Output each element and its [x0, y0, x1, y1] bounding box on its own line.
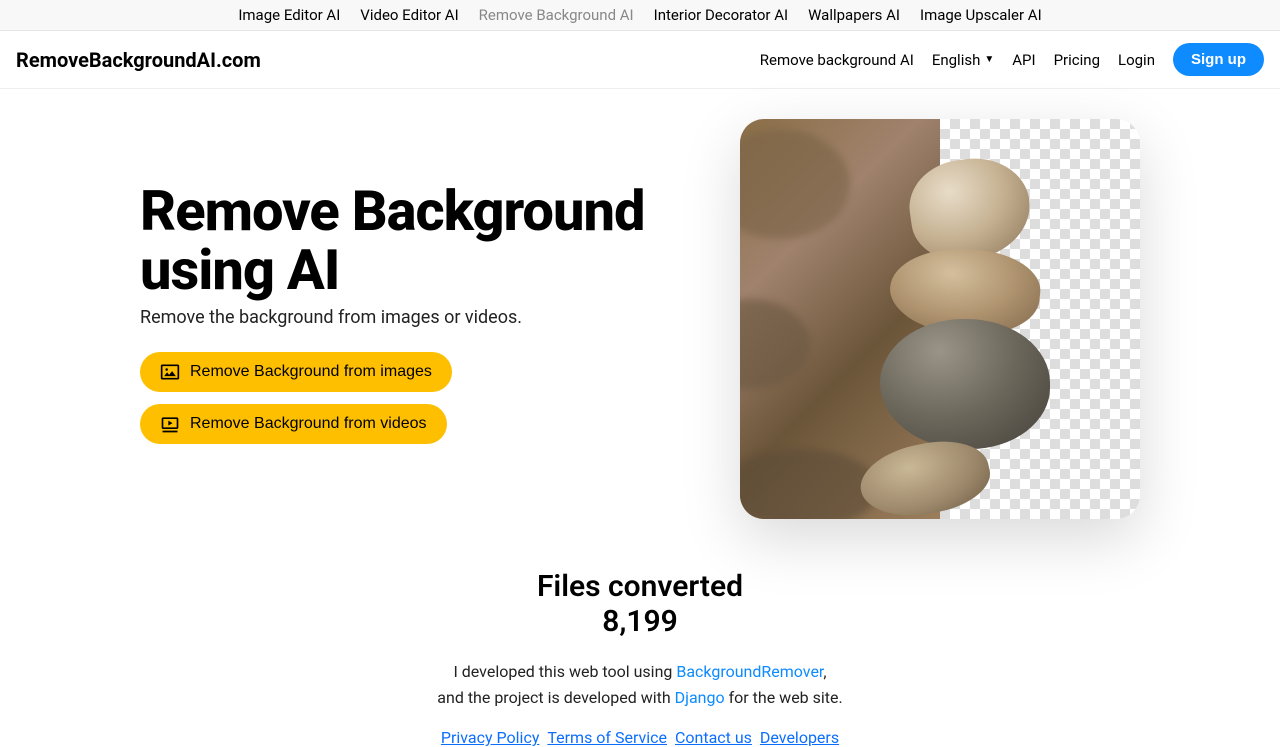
remove-bg-images-button[interactable]: Remove Background from images	[140, 352, 452, 392]
link-developers[interactable]: Developers	[760, 728, 839, 747]
cta-videos-label: Remove Background from videos	[190, 415, 427, 433]
cta-images-label: Remove Background from images	[190, 363, 432, 381]
topnav-remove-background[interactable]: Remove Background AI	[479, 6, 634, 24]
topnav-interior-decorator[interactable]: Interior Decorator AI	[654, 6, 788, 24]
link-django[interactable]: Django	[675, 688, 725, 707]
link-privacy[interactable]: Privacy Policy	[441, 728, 540, 747]
hero-title-line2: using AI	[140, 237, 339, 303]
demo-subject-rocks	[860, 159, 1140, 519]
brand-logo[interactable]: RemoveBackgroundAI.com	[16, 48, 261, 72]
topnav-wallpapers[interactable]: Wallpapers AI	[808, 6, 900, 24]
stats-value: 8,199	[0, 604, 1280, 639]
nav-api[interactable]: API	[1012, 51, 1035, 69]
link-terms[interactable]: Terms of Service	[547, 728, 667, 747]
remove-bg-videos-button[interactable]: Remove Background from videos	[140, 404, 447, 444]
nav-remove-bg[interactable]: Remove background AI	[760, 51, 914, 69]
stats-section: Files converted 8,199 I developed this w…	[0, 569, 1280, 747]
chevron-down-icon: ▼	[984, 54, 994, 65]
footer-links: Privacy Policy Terms of Service Contact …	[0, 728, 1280, 747]
video-icon	[160, 414, 180, 434]
topnav-image-editor[interactable]: Image Editor AI	[238, 6, 340, 24]
product-nav: Image Editor AI Video Editor AI Remove B…	[0, 0, 1280, 31]
language-label: English	[932, 51, 981, 69]
main-nav: RemoveBackgroundAI.com Remove background…	[0, 31, 1280, 89]
topnav-video-editor[interactable]: Video Editor AI	[360, 6, 458, 24]
stats-label: Files converted	[0, 569, 1280, 604]
hero-title-line1: Remove Background	[140, 178, 645, 244]
link-backgroundremover[interactable]: BackgroundRemover	[676, 662, 823, 681]
image-icon	[160, 362, 180, 382]
hero-demo-image	[740, 119, 1140, 519]
language-dropdown[interactable]: English ▼	[932, 51, 994, 69]
nav-pricing[interactable]: Pricing	[1054, 51, 1100, 69]
signup-button[interactable]: Sign up	[1173, 43, 1264, 76]
hero-title: Remove Background using AI	[140, 182, 700, 300]
hero-section: Remove Background using AI Remove the ba…	[0, 89, 1280, 539]
credits-text: I developed this web tool using Backgrou…	[0, 659, 1280, 710]
nav-login[interactable]: Login	[1118, 51, 1155, 69]
hero-subtitle: Remove the background from images or vid…	[140, 307, 700, 328]
topnav-image-upscaler[interactable]: Image Upscaler AI	[920, 6, 1042, 24]
link-contact[interactable]: Contact us	[675, 728, 752, 747]
